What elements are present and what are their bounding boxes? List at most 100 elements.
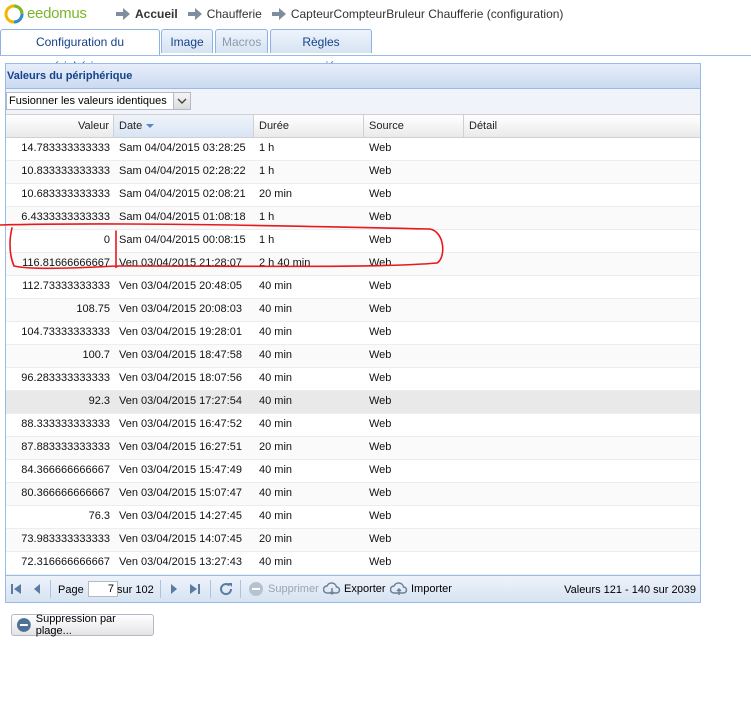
table-row[interactable]: 6.4333333333333 Sam 04/04/2015 01:08:18 1 … bbox=[6, 207, 700, 230]
column-header-value[interactable]: Valeur bbox=[6, 115, 114, 137]
import-button[interactable]: Importer bbox=[390, 581, 452, 597]
page-number-input[interactable] bbox=[88, 581, 118, 597]
eedomus-logo-icon[interactable] bbox=[4, 4, 24, 24]
table-row[interactable]: 87.883333333333 Ven 03/04/2015 16:27:51 20… bbox=[6, 437, 700, 460]
last-page-icon bbox=[190, 584, 200, 594]
range-delete-label: Suppression par plage... bbox=[35, 613, 116, 637]
next-page-button[interactable] bbox=[169, 581, 179, 597]
cell-source: Web bbox=[369, 464, 392, 476]
cell-source: Web bbox=[369, 372, 392, 384]
cell-detail bbox=[464, 276, 700, 297]
remove-icon bbox=[16, 618, 31, 632]
last-page-button[interactable] bbox=[189, 581, 201, 597]
cell-detail bbox=[464, 207, 700, 228]
refresh-button[interactable] bbox=[218, 581, 234, 597]
cell-value: 104.73333333333 bbox=[21, 326, 110, 338]
cell-detail bbox=[464, 552, 700, 573]
toolbar-separator bbox=[240, 580, 241, 598]
cell-value: 10.683333333333 bbox=[21, 188, 110, 200]
dropdown-trigger[interactable] bbox=[173, 93, 190, 109]
cell-value: 80.366666666667 bbox=[21, 487, 110, 499]
table-row[interactable]: 0 Sam 04/04/2015 00:08:15 1 h Web bbox=[6, 230, 700, 253]
cell-detail bbox=[464, 506, 700, 527]
tab-macros[interactable]: Macros bbox=[215, 29, 268, 53]
panel-title: Valeurs du périphérique bbox=[6, 64, 700, 89]
delete-button[interactable]: Supprimer bbox=[248, 581, 319, 597]
prev-page-button[interactable] bbox=[32, 581, 42, 597]
cell-date: Ven 03/04/2015 16:47:52 bbox=[119, 418, 242, 430]
table-row[interactable]: 100.7 Ven 03/04/2015 18:47:58 40 min Web bbox=[6, 345, 700, 368]
cell-value: 88.333333333333 bbox=[21, 418, 110, 430]
table-row[interactable]: 73.983333333333 Ven 03/04/2015 14:07:45 20… bbox=[6, 529, 700, 552]
logo-text[interactable]: eedomus bbox=[27, 5, 87, 22]
table-row[interactable]: 14.783333333333 Sam 04/04/2015 03:28:25 1 … bbox=[6, 138, 700, 161]
tab-rules[interactable]: Règles associées bbox=[270, 29, 372, 73]
cell-value: 108.75 bbox=[76, 303, 110, 315]
cell-duration: 1 h bbox=[259, 234, 275, 246]
cell-date: Sam 04/04/2015 03:28:25 bbox=[119, 142, 246, 154]
breadcrumb: Accueil Chaufferie CapteurCompteurBruleu… bbox=[116, 7, 573, 21]
column-header-source[interactable]: Source bbox=[364, 115, 464, 137]
table-row[interactable]: 80.366666666667 Ven 03/04/2015 15:07:47 40… bbox=[6, 483, 700, 506]
first-page-button[interactable] bbox=[10, 581, 22, 597]
column-header-detail[interactable]: Détail bbox=[464, 115, 700, 137]
tab-configuration[interactable]: Configuration du périphérique bbox=[0, 29, 160, 73]
cell-detail bbox=[464, 414, 700, 435]
table-row[interactable]: 104.73333333333 Ven 03/04/2015 19:28:01 40… bbox=[6, 322, 700, 345]
table-row[interactable]: 88.333333333333 Ven 03/04/2015 16:47:52 40… bbox=[6, 414, 700, 437]
table-row[interactable]: 84.366666666667 Ven 03/04/2015 15:47:49 40… bbox=[6, 460, 700, 483]
column-header-date[interactable]: Date bbox=[114, 115, 254, 137]
export-button[interactable]: Exporter bbox=[323, 581, 386, 597]
table-row[interactable]: 10.833333333333 Sam 04/04/2015 02:28:22 1 … bbox=[6, 161, 700, 184]
table-row[interactable]: 108.75 Ven 03/04/2015 20:08:03 40 min Web bbox=[6, 299, 700, 322]
cell-source: Web bbox=[369, 326, 392, 338]
table-row[interactable]: 116.81666666667 Ven 03/04/2015 21:28:07 2 … bbox=[6, 253, 700, 276]
cell-value: 116.81666666667 bbox=[22, 257, 110, 269]
cell-source: Web bbox=[369, 533, 392, 545]
column-header-duration[interactable]: Durée bbox=[254, 115, 364, 137]
tab-image[interactable]: Image bbox=[161, 29, 213, 53]
paging-summary: Valeurs 121 - 140 sur 2039 bbox=[564, 584, 696, 596]
cell-value: 76.3 bbox=[88, 510, 110, 522]
breadcrumb-room[interactable]: Chaufferie bbox=[207, 7, 262, 21]
cell-detail bbox=[464, 483, 700, 504]
arrow-right-icon bbox=[271, 8, 286, 20]
cell-detail bbox=[464, 230, 700, 251]
cell-value: 72.316666666667 bbox=[21, 556, 110, 568]
cell-detail bbox=[464, 184, 700, 205]
cell-date: Ven 03/04/2015 13:27:43 bbox=[119, 556, 242, 568]
cell-date: Ven 03/04/2015 21:28:07 bbox=[119, 257, 242, 269]
cell-source: Web bbox=[369, 349, 392, 361]
cell-source: Web bbox=[369, 418, 392, 430]
table-row[interactable]: 112.73333333333 Ven 03/04/2015 20:48:05 40… bbox=[6, 276, 700, 299]
table-row[interactable]: 96.283333333333 Ven 03/04/2015 18:07:56 40… bbox=[6, 368, 700, 391]
breadcrumb-device: CapteurCompteurBruleur Chaufferie (confi… bbox=[290, 7, 564, 21]
first-page-icon bbox=[11, 584, 21, 594]
page-number-field[interactable] bbox=[88, 581, 118, 597]
toolbar-separator bbox=[50, 580, 51, 598]
cell-date: Ven 03/04/2015 14:27:45 bbox=[119, 510, 242, 522]
cell-date: Ven 03/04/2015 20:08:03 bbox=[119, 303, 242, 315]
table-row[interactable]: 92.3 Ven 03/04/2015 17:27:54 40 min Web bbox=[6, 391, 700, 414]
merge-values-select-value: Fusionner les valeurs identiques bbox=[9, 95, 167, 107]
cell-date: Sam 04/04/2015 02:28:22 bbox=[119, 165, 246, 177]
cell-value: 73.983333333333 bbox=[21, 533, 110, 545]
refresh-icon bbox=[220, 583, 233, 596]
table-row[interactable]: 10.683333333333 Sam 04/04/2015 02:08:21 20… bbox=[6, 184, 700, 207]
sort-desc-icon bbox=[146, 124, 155, 129]
range-delete-button[interactable]: Suppression par plage... bbox=[11, 613, 154, 637]
breadcrumb-home[interactable]: Accueil bbox=[135, 7, 178, 21]
cell-duration: 20 min bbox=[259, 533, 293, 545]
table-row[interactable]: 76.3 Ven 03/04/2015 14:27:45 40 min Web bbox=[6, 506, 700, 529]
table-row[interactable]: 72.316666666667 Ven 03/04/2015 13:27:43 40… bbox=[6, 552, 700, 575]
cell-detail bbox=[464, 299, 700, 320]
cell-detail bbox=[464, 368, 700, 389]
cell-date: Ven 03/04/2015 15:07:47 bbox=[119, 487, 242, 499]
merge-values-select[interactable]: Fusionner les valeurs identiques bbox=[6, 92, 191, 110]
cloud-upload-icon bbox=[390, 582, 408, 595]
page-count-label: sur 102 bbox=[117, 584, 154, 596]
cell-value: 92.3 bbox=[88, 395, 110, 407]
cell-duration: 40 min bbox=[259, 487, 293, 499]
device-values-panel: Valeurs du périphérique Fusionner les va… bbox=[5, 63, 701, 603]
prev-page-icon bbox=[34, 584, 40, 594]
